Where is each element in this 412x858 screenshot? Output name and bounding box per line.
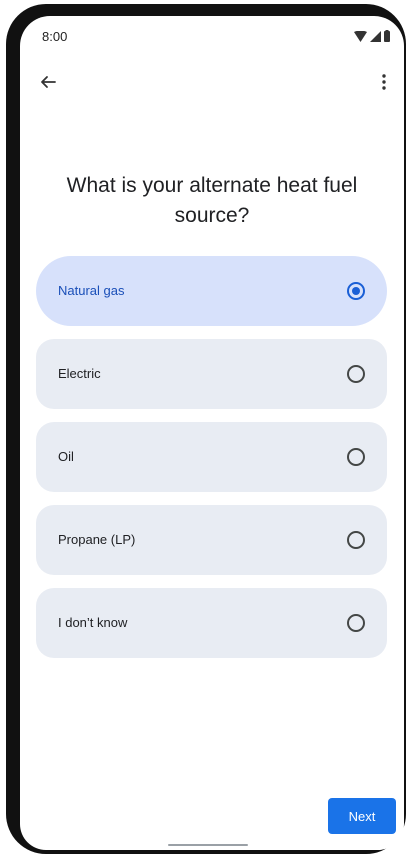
phone-frame: 8:00 What is your alternate heat fuel so… [6, 4, 406, 854]
radio-button[interactable] [347, 531, 365, 549]
arrow-back-icon [40, 74, 56, 95]
home-indicator[interactable] [168, 844, 248, 846]
app-bar [20, 64, 404, 104]
radio-button-selected[interactable] [347, 282, 365, 300]
status-icons [354, 29, 390, 43]
screen: 8:00 What is your alternate heat fuel so… [20, 16, 404, 850]
option-oil[interactable]: Oil [36, 422, 387, 492]
next-button[interactable]: Next [328, 798, 396, 834]
option-electric[interactable]: Electric [36, 339, 387, 409]
back-button[interactable] [32, 68, 64, 100]
option-natural-gas[interactable]: Natural gas [36, 256, 387, 326]
battery-icon [384, 30, 390, 42]
question-title: What is your alternate heat fuel source? [66, 174, 358, 227]
option-label: I don’t know [58, 615, 128, 630]
option-label: Propane (LP) [58, 532, 136, 547]
status-time: 8:00 [42, 29, 68, 44]
radio-dot [352, 287, 360, 295]
option-propane[interactable]: Propane (LP) [36, 505, 387, 575]
option-label: Natural gas [58, 283, 125, 298]
radio-button[interactable] [347, 365, 365, 383]
radio-button[interactable] [347, 448, 365, 466]
signal-icon [370, 30, 381, 42]
more-vert-icon [382, 73, 386, 95]
wifi-icon [354, 30, 367, 42]
more-options-button[interactable] [368, 68, 400, 100]
option-label: Electric [58, 366, 101, 381]
radio-button[interactable] [347, 614, 365, 632]
status-bar: 8:00 [20, 16, 404, 56]
option-dont-know[interactable]: I don’t know [36, 588, 387, 658]
options-list: Natural gas Electric Oil Propane (LP) I … [36, 256, 387, 671]
option-label: Oil [58, 449, 74, 464]
